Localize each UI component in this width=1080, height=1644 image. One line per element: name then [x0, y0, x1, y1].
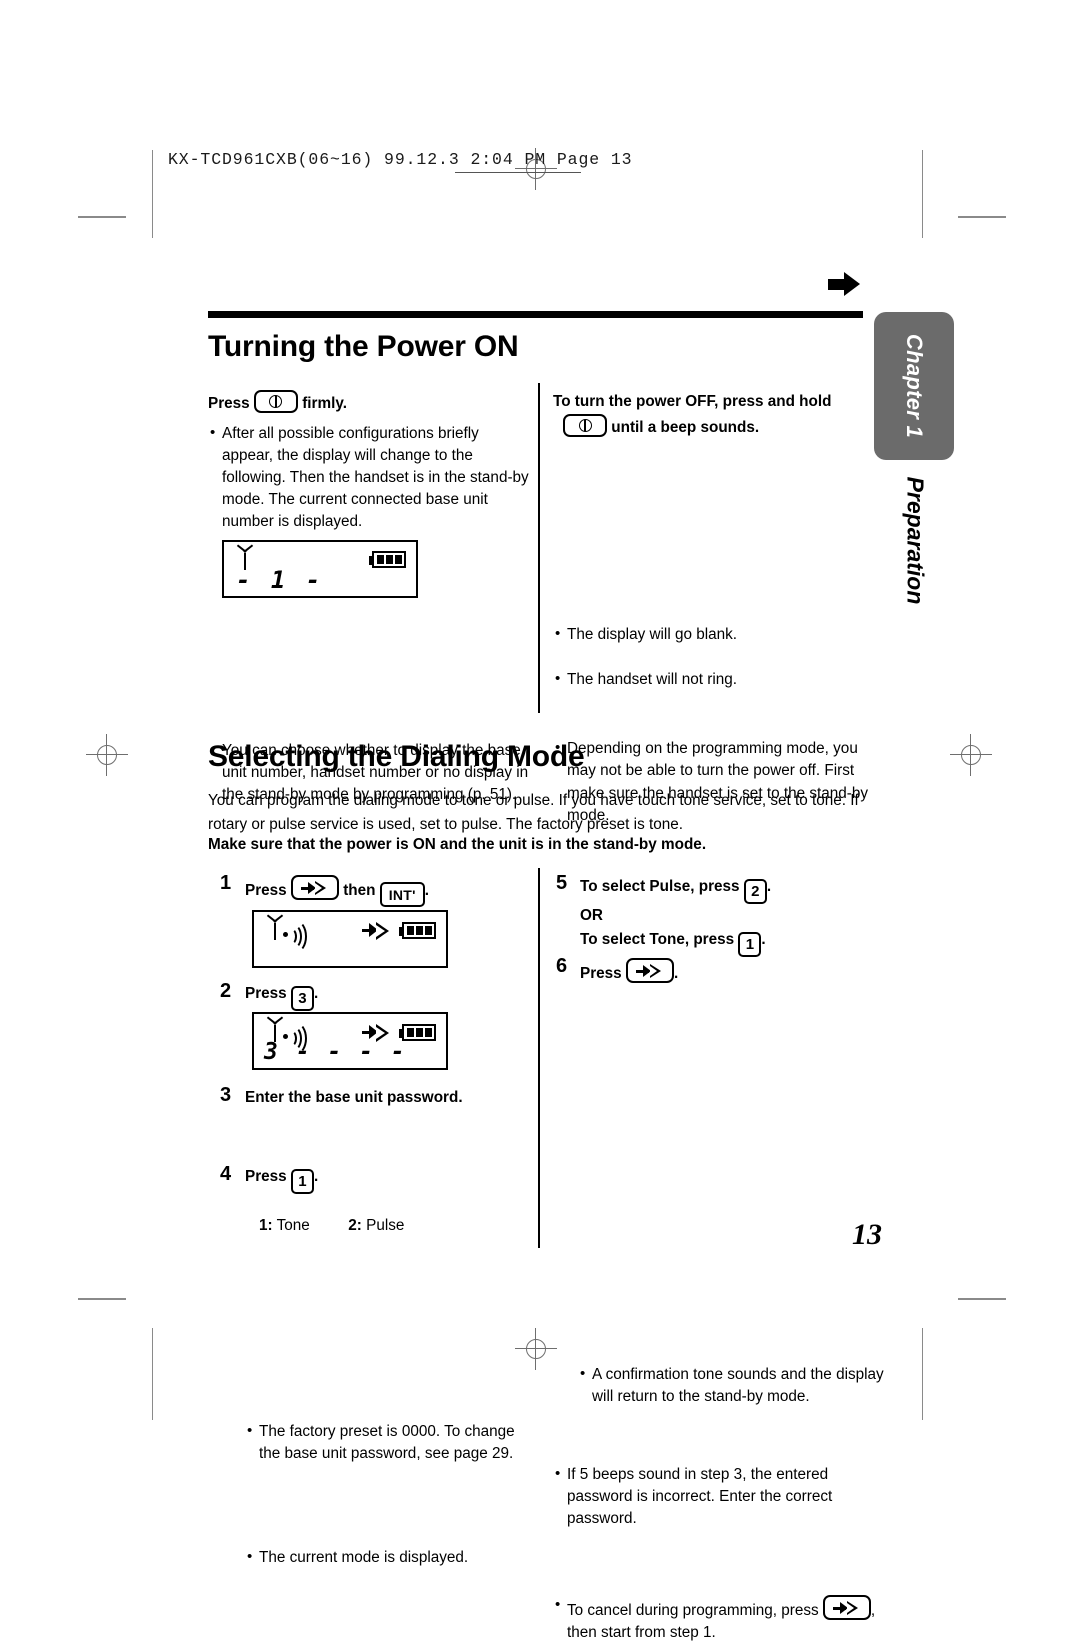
signal-waves-icon — [283, 920, 307, 953]
battery-icon — [369, 551, 406, 568]
page-content: Turning the Power ON Press firmly. After… — [0, 0, 1080, 1641]
step-1-label-before: Press — [245, 882, 287, 899]
step-4-bullet: The current mode is displayed. — [247, 1546, 539, 1569]
step-3-text: Enter the base unit password. — [245, 1089, 463, 1106]
program-key-icon-step6 — [625, 958, 674, 983]
step-5-line1-after: . — [766, 878, 772, 895]
power-off-bullet-1: The display will go blank. — [555, 623, 885, 646]
page-title-dialing: Selecting the Dialing Mode — [208, 740, 585, 773]
power-off-key-icon — [563, 413, 607, 437]
step-1-text: Press then INT'. — [245, 875, 535, 907]
dialing-intro: You can program the dialing mode to tone… — [208, 792, 859, 834]
program-key-icon — [290, 875, 339, 900]
number-key-1-icon-alt: 1 — [738, 931, 762, 957]
step-5-line3-before: To select Tone, press — [580, 930, 735, 948]
page-number: 13 — [852, 1218, 882, 1251]
step-1-label-middle: then — [343, 882, 376, 899]
chapter-tab-label: Chapter 1 — [874, 312, 954, 460]
step-1-period: . — [424, 882, 429, 899]
dialing-intro-bold: Make sure that the power is ON and the u… — [208, 836, 707, 853]
step-3-bullet: The factory preset is 0000. To change th… — [247, 1420, 531, 1465]
step-4-period: . — [313, 1168, 319, 1185]
number-key-1-icon: 1 — [290, 1169, 314, 1194]
dialing-note-2-before: To cancel during programming, press — [567, 1602, 819, 1620]
page-title-power: Turning the Power ON — [208, 330, 519, 363]
step-6-period: . — [673, 965, 679, 982]
chapter-part-label: Preparation — [830, 455, 1000, 625]
battery-icon — [399, 922, 436, 939]
section-rule — [208, 311, 863, 318]
step-2-label-before: Press — [245, 985, 287, 1002]
int-key-icon: INT' — [379, 882, 425, 907]
power-bullet-1: After all possible configurations briefl… — [210, 422, 534, 533]
step-6-bullet: A confirmation tone sounds and the displ… — [580, 1363, 892, 1408]
lcd-step1-display — [252, 910, 448, 968]
column-divider-lower — [538, 868, 540, 1248]
step-5-line1-before: To select Pulse, press — [580, 878, 740, 895]
dialing-note-2: To cancel during programming, press , th… — [555, 1594, 885, 1644]
mode-1-label: 1: — [259, 1217, 273, 1234]
step-4-modes: 1: Tone 2: Pulse — [259, 1215, 539, 1237]
antenna-icon — [265, 914, 285, 941]
step-6-text: Press . — [580, 958, 880, 986]
dialing-note-1: If 5 beeps sound in step 3, the entered … — [555, 1463, 867, 1530]
power-off-bullet-2: The handset will not ring. — [555, 668, 885, 691]
column-divider-upper — [538, 383, 540, 713]
number-key-2-icon: 2 — [743, 879, 767, 904]
lcd-step2-text: 3 - - - - — [264, 1039, 407, 1065]
step-2-period: . — [313, 985, 319, 1002]
step-5-text: To select Pulse, press 2. OR To select T… — [580, 875, 880, 957]
power-off-line2: until a beep sounds. — [611, 418, 760, 436]
power-off-heading: To turn the power OFF, press and hold un… — [553, 390, 873, 439]
step-4-number: 4 — [220, 1163, 232, 1185]
step-4-text: Press 1. — [245, 1166, 535, 1194]
power-press-line: Press firmly. — [208, 390, 528, 415]
number-key-3-icon: 3 — [290, 986, 314, 1011]
step-5-number: 5 — [556, 872, 568, 894]
step-3-number: 3 — [220, 1084, 232, 1106]
step-6-number: 6 — [556, 955, 568, 977]
program-indicator-icon — [362, 922, 394, 940]
power-off-line1: To turn the power OFF, press and hold — [553, 393, 832, 410]
step-2-text: Press 3. — [245, 983, 535, 1011]
battery-icon — [399, 1024, 436, 1041]
mode-1-value: Tone — [276, 1217, 310, 1234]
power-press-suffix: firmly. — [302, 395, 347, 412]
step-2-number: 2 — [220, 980, 232, 1002]
step-5-or: OR — [580, 907, 603, 924]
lcd-standby-text: - 1 - — [236, 566, 324, 594]
chapter-tab-text: Chapter 1 — [902, 333, 928, 439]
lcd-standby-display: - 1 - — [222, 540, 418, 598]
lcd-step2-display: 3 - - - - — [252, 1012, 448, 1070]
step-5-line3-after: . — [761, 930, 766, 948]
step-6-label-before: Press — [580, 965, 622, 982]
power-key-icon — [253, 390, 298, 413]
step-1-number: 1 — [220, 872, 232, 894]
program-key-icon-cancel — [822, 1595, 871, 1621]
step-4-label-before: Press — [245, 1168, 287, 1185]
mode-2-value: Pulse — [366, 1217, 405, 1234]
mode-2-label: 2: — [348, 1217, 362, 1234]
chapter-part-text: Preparation — [902, 476, 929, 604]
power-press-prefix: Press — [208, 395, 250, 412]
